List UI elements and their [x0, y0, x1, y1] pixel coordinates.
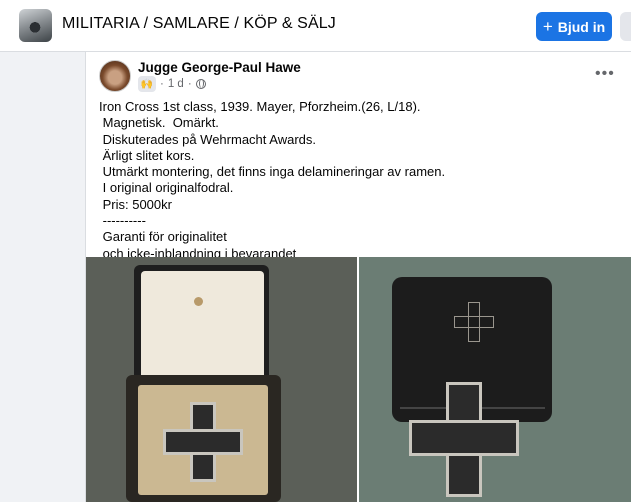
post-timestamp[interactable]: 1 d: [168, 78, 184, 90]
group-cover-thumbnail[interactable]: [19, 9, 52, 42]
post-photos: [86, 257, 631, 502]
post-text-line: I original originalfodral.: [99, 180, 234, 196]
post-card: Jugge George-Paul Hawe 🙌 · 1 d · ••• Iro…: [85, 52, 631, 502]
invite-button-label: Bjud in: [557, 18, 606, 35]
post-menu-icon[interactable]: •••: [595, 66, 615, 82]
avatar[interactable]: [99, 60, 131, 92]
dot-separator: ·: [160, 78, 164, 90]
iron-cross-image: [409, 382, 519, 497]
post-meta: 🙌 · 1 d ·: [138, 76, 206, 92]
post-text-line: Magnetisk. Omärkt.: [99, 115, 219, 131]
dot-separator: ·: [187, 78, 192, 90]
post-text-line: Garanti för originalitet: [99, 229, 227, 245]
post-text-line: Ärligt slitet kors.: [99, 147, 195, 163]
post-photo-closed-case[interactable]: [359, 257, 631, 502]
post-author[interactable]: Jugge George-Paul Hawe: [138, 60, 301, 75]
post-text-line: ----------: [99, 213, 146, 229]
case-cross-emblem: [454, 302, 494, 342]
post-text-line: Utmärkt montering, det finns inga delami…: [99, 164, 446, 180]
invite-button[interactable]: + Bjud in: [536, 12, 612, 41]
more-options-button[interactable]: [620, 12, 631, 41]
plus-icon: +: [542, 17, 553, 36]
iron-cross-image: [163, 402, 243, 482]
post-text-line: Iron Cross 1st class, 1939. Mayer, Pforz…: [99, 99, 421, 114]
group-title[interactable]: MILITARIA / SAMLARE / KÖP & SÄLJ: [62, 15, 336, 33]
post-text-line: Pris: 5000kr: [99, 196, 172, 212]
member-badge-icon: 🙌: [138, 76, 156, 92]
group-header: MILITARIA / SAMLARE / KÖP & SÄLJ + Bjud …: [0, 0, 631, 52]
post-text: Iron Cross 1st class, 1939. Mayer, Pforz…: [99, 99, 619, 262]
globe-icon: [195, 79, 206, 89]
post-photo-open-case[interactable]: [86, 257, 357, 502]
post-text-line: Diskuterades på Wehrmacht Awards.: [99, 131, 317, 147]
